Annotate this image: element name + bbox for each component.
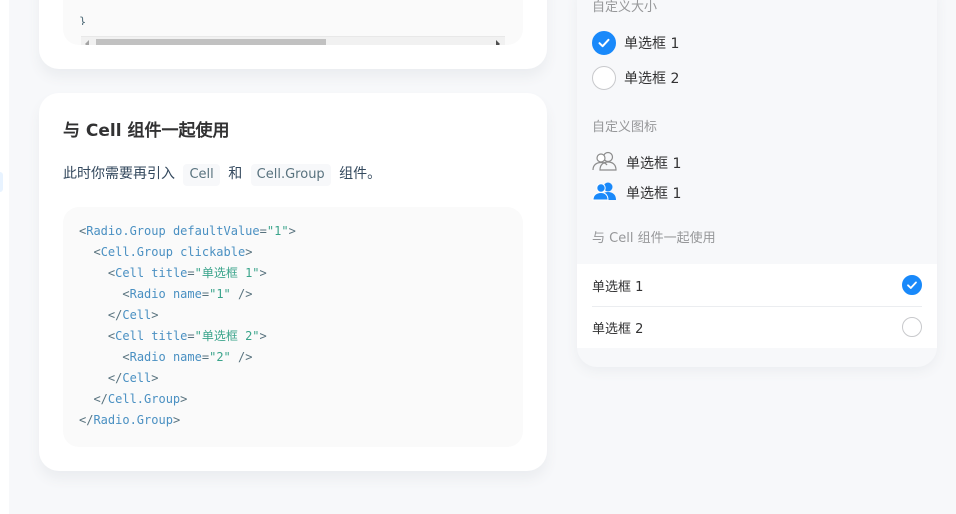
code-line: </Cell> <box>79 368 507 389</box>
code-token: title <box>151 266 188 280</box>
radio-label: 单选框 1 <box>626 156 682 172</box>
scroll-left-arrow-icon[interactable] <box>85 40 89 45</box>
code-token: < <box>122 287 130 301</box>
code-token: > <box>151 308 159 322</box>
code-token: </ <box>79 413 94 427</box>
radio-icon-1[interactable]: 单选框 1 <box>592 150 681 176</box>
radio-size-1[interactable]: 单选框 1 <box>592 31 679 55</box>
scrollbar-thumb[interactable] <box>96 39 326 45</box>
cell-item-1[interactable]: 单选框 1 <box>577 264 937 306</box>
code-token: = <box>201 287 210 301</box>
inline-code-cell-group: Cell.Group <box>250 164 331 186</box>
with-cell-title: 与 Cell 组件一起使用 <box>592 231 716 246</box>
code-token: name <box>172 287 202 301</box>
code-token: Cell <box>122 308 152 322</box>
inline-code-cell: Cell <box>183 164 220 186</box>
doc-card-with-cell: 与 Cell 组件一起使用 此时你需要再引入 Cell 和 Cell.Group… <box>39 93 547 471</box>
code-token: < <box>122 350 130 364</box>
nav-active-indicator <box>0 172 3 192</box>
radio-checked-icon[interactable] <box>902 275 922 295</box>
code-line: <Radio name="2" /> <box>79 347 507 368</box>
demo-simulator: 自定义大小 单选框 1 单选框 2 自定义图标 单选框 1 单选框 1 与 Ce… <box>577 0 937 367</box>
section-description: 此时你需要再引入 Cell 和 Cell.Group 组件。 <box>63 161 381 187</box>
code-token: > <box>172 413 181 427</box>
code-token: "单选框 1" <box>194 266 260 280</box>
radio-icon-2[interactable]: 单选框 1 <box>592 180 681 206</box>
code-token: defaultValue <box>172 224 260 238</box>
code-token: /> <box>230 287 253 301</box>
cell-title: 单选框 1 <box>592 279 644 295</box>
code-token: "单选框 2" <box>194 329 260 343</box>
code-block: <Radio.Group defaultValue="1"> <Cell.Gro… <box>63 207 523 447</box>
code-line: <Cell title="单选框 1"> <box>79 263 507 284</box>
radio-size-2[interactable]: 单选框 2 <box>592 66 679 90</box>
code-token: = <box>259 224 267 238</box>
custom-icon-title: 自定义图标 <box>592 120 658 135</box>
section-heading: 与 Cell 组件一起使用 <box>63 121 230 141</box>
prev-code-tail: } <box>79 16 87 25</box>
code-token: Cell <box>115 266 152 280</box>
code-token: Radio <box>129 350 173 364</box>
code-token: Cell.Group <box>107 392 181 406</box>
code-token: </ <box>107 371 123 385</box>
desc-and: 和 <box>228 166 243 182</box>
code-line: </Cell.Group> <box>79 389 507 410</box>
code-token: "1" <box>266 224 289 238</box>
cell-title: 单选框 2 <box>592 321 644 337</box>
desc-prefix: 此时你需要再引入 <box>63 166 175 182</box>
code-line: <Cell.Group clickable> <box>79 242 507 263</box>
code-token: clickable <box>180 245 246 259</box>
code-token: Radio <box>129 287 173 301</box>
code-token: </ <box>107 308 123 322</box>
radio-label: 单选框 1 <box>626 186 682 202</box>
code-token: title <box>151 329 188 343</box>
cell-item-2[interactable]: 单选框 2 <box>577 306 937 348</box>
scroll-right-arrow-icon[interactable] <box>496 40 500 45</box>
code-line: <Cell title="单选框 2"> <box>79 326 507 347</box>
user-filled-icon[interactable] <box>592 180 618 206</box>
left-nav-edge <box>0 0 9 514</box>
user-outline-icon[interactable] <box>592 150 618 176</box>
code-token: = <box>187 329 195 343</box>
code-token: "2" <box>209 350 231 364</box>
code-token: > <box>259 329 267 343</box>
code-token: > <box>288 224 296 238</box>
code-line: </Cell> <box>79 305 507 326</box>
code-token: "1" <box>209 287 231 301</box>
code-token: < <box>93 245 101 259</box>
code-line: </Radio.Group> <box>79 410 507 431</box>
radio-label: 单选框 1 <box>624 36 680 52</box>
code-token: > <box>245 245 253 259</box>
radio-label: 单选框 2 <box>624 71 680 87</box>
code-token: Cell <box>115 329 152 343</box>
code-token: > <box>151 371 159 385</box>
custom-size-title: 自定义大小 <box>592 0 658 15</box>
code-token: /> <box>230 350 253 364</box>
code-token: Radio.Group <box>86 224 173 238</box>
code-line: <Radio name="1" /> <box>79 284 507 305</box>
code-token: Cell <box>122 371 152 385</box>
code-token: name <box>172 350 202 364</box>
code-token: = <box>187 266 195 280</box>
desc-suffix: 组件。 <box>339 166 382 182</box>
code-token: = <box>201 350 210 364</box>
code-token: Radio.Group <box>93 413 173 427</box>
radio-unchecked-icon[interactable] <box>902 317 922 337</box>
prev-code-block: } <box>63 0 523 45</box>
code-token: Cell.Group <box>100 245 181 259</box>
horizontal-scrollbar[interactable] <box>81 36 505 45</box>
code-line: <Radio.Group defaultValue="1"> <box>79 221 507 242</box>
code-token: > <box>180 392 188 406</box>
prev-doc-card: } <box>39 0 547 69</box>
cell-group: 单选框 1 单选框 2 <box>577 264 937 348</box>
radio-unchecked-icon[interactable] <box>592 66 616 90</box>
code-token: </ <box>93 392 108 406</box>
radio-checked-icon[interactable] <box>592 31 616 55</box>
code-token: > <box>259 266 267 280</box>
